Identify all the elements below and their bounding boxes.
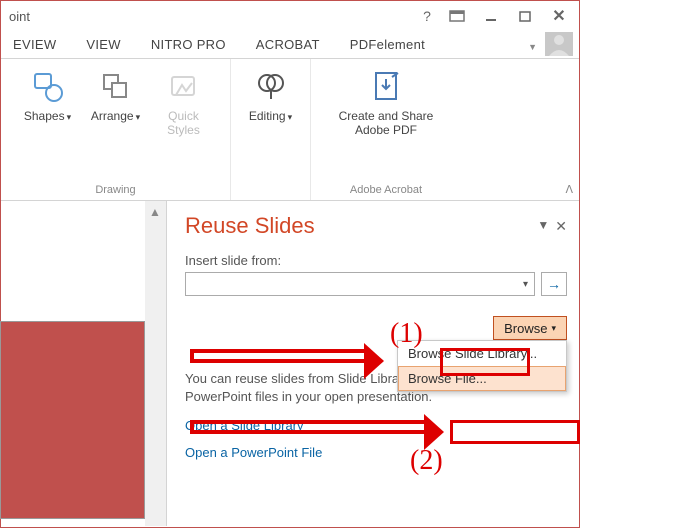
group-acrobat-label: Adobe Acrobat — [350, 182, 422, 198]
pane-title: Reuse Slides — [185, 213, 315, 239]
annotation-highlight-2 — [450, 420, 580, 444]
caret-icon: ▾ — [67, 112, 72, 122]
titlebar: oint ? ✕ — [1, 1, 579, 31]
user-avatar[interactable] — [545, 32, 573, 56]
ribbon-body: Shapes▾ Arrange▾ Quick Styles Drawing — [1, 59, 579, 201]
tab-nitro[interactable]: NITRO PRO — [145, 33, 232, 58]
browse-label: Browse — [504, 321, 547, 336]
annotation-number-1: (1) — [390, 318, 423, 350]
arrange-icon — [98, 69, 134, 105]
go-button[interactable]: → — [541, 272, 567, 296]
pdf-icon — [368, 69, 404, 105]
minimize-button[interactable] — [475, 3, 507, 29]
create-share-pdf-button[interactable]: Create and Share Adobe PDF — [316, 65, 456, 182]
help-button[interactable]: ? — [415, 3, 439, 29]
create-share-pdf-label: Create and Share Adobe PDF — [339, 109, 434, 138]
group-acrobat: Create and Share Adobe PDF Adobe Acrobat — [311, 59, 461, 200]
annotation-arrow-1 — [190, 349, 370, 363]
slide-thumbnail[interactable] — [0, 321, 145, 519]
shapes-button[interactable]: Shapes▾ — [18, 65, 78, 182]
window-title: oint — [9, 9, 30, 24]
vertical-ruler: ▲ — [145, 201, 167, 526]
annotation-arrow-2 — [190, 420, 430, 434]
quick-styles-icon — [166, 69, 202, 105]
caret-icon: ▾ — [288, 112, 293, 122]
caret-icon: ▾ — [551, 323, 556, 334]
ribbon-tabstrip: EVIEW VIEW NITRO PRO ACROBAT PDFelement … — [1, 31, 579, 59]
annotation-number-2: (2) — [410, 445, 443, 477]
group-editing: Editing▾ — [231, 59, 311, 200]
pane-close-button[interactable]: ✕ — [555, 218, 567, 235]
caret-icon: ▾ — [136, 112, 141, 122]
annotation-highlight-1 — [440, 348, 530, 376]
ruler-arrow-icon: ▲ — [149, 205, 161, 219]
close-button[interactable]: ✕ — [543, 3, 575, 29]
restore-button[interactable] — [509, 3, 541, 29]
group-drawing-label: Drawing — [95, 182, 135, 198]
group-editing-label — [269, 182, 272, 198]
ribbon-toggle-button[interactable] — [441, 3, 473, 29]
arrange-label: Arrange — [91, 109, 134, 123]
tab-overflow-caret[interactable]: ▼ — [528, 42, 537, 52]
combo-caret-icon: ▾ — [523, 279, 528, 290]
editing-label: Editing — [249, 109, 286, 123]
editing-button[interactable]: Editing▾ — [241, 65, 301, 182]
tab-pdfelement[interactable]: PDFelement — [344, 33, 431, 58]
shapes-icon — [30, 69, 66, 105]
tab-acrobat[interactable]: ACROBAT — [250, 33, 326, 58]
arrange-button[interactable]: Arrange▾ — [86, 65, 146, 182]
app-window: oint ? ✕ EVIEW VIEW NITRO PRO ACROBAT PD… — [0, 0, 580, 528]
quick-styles-button[interactable]: Quick Styles — [154, 65, 214, 182]
insert-from-label: Insert slide from: — [185, 253, 567, 268]
pane-menu-caret[interactable]: ▼ — [537, 218, 549, 235]
tab-review[interactable]: EVIEW — [7, 33, 62, 58]
quick-styles-label: Quick Styles — [167, 109, 200, 138]
open-powerpoint-file-link[interactable]: Open a PowerPoint File — [185, 445, 567, 460]
tab-view[interactable]: VIEW — [80, 33, 126, 58]
find-icon — [253, 69, 289, 105]
arrow-right-icon: → — [547, 276, 561, 292]
shapes-label: Shapes — [24, 109, 65, 123]
browse-button[interactable]: Browse ▾ — [493, 316, 567, 340]
collapse-ribbon-icon[interactable]: ᐱ — [565, 183, 573, 196]
group-drawing: Shapes▾ Arrange▾ Quick Styles Drawing — [1, 59, 231, 200]
window-controls: ? ✕ — [415, 3, 575, 29]
insert-from-combo[interactable]: ▾ — [185, 272, 535, 296]
